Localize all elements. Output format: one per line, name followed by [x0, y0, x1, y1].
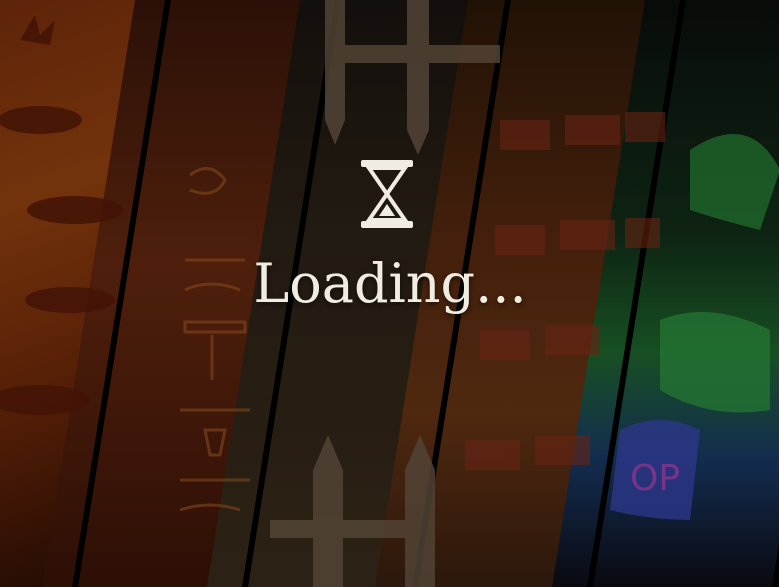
- loading-indicator: Loading...: [0, 0, 779, 587]
- hourglass-icon: [361, 160, 413, 228]
- loading-text: Loading...: [253, 252, 527, 315]
